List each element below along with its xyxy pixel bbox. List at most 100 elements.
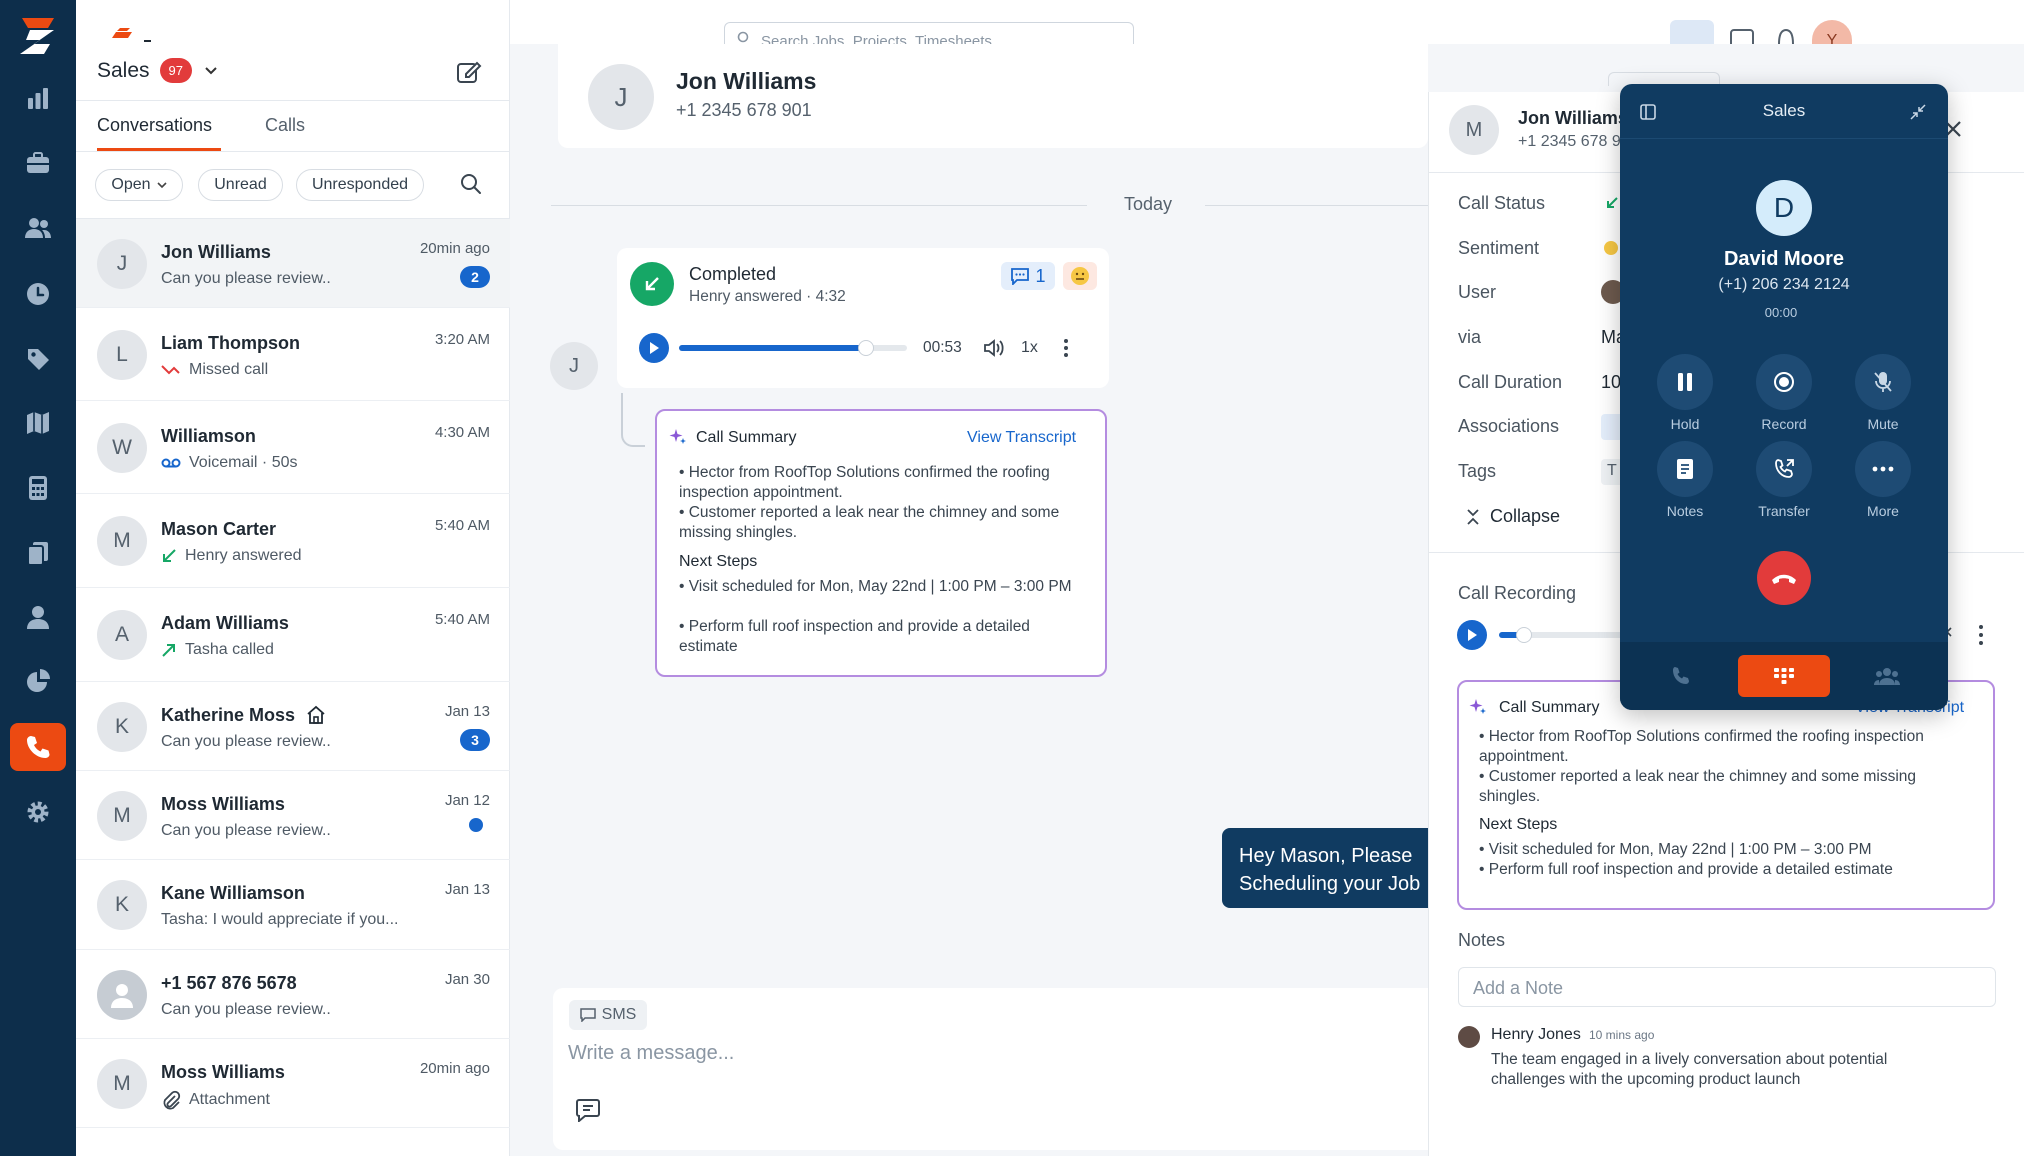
bell-icon[interactable] [1776, 26, 1796, 44]
unread-badge: 2 [460, 265, 490, 288]
compose-icon[interactable] [456, 60, 482, 84]
more-label: More [1867, 503, 1899, 519]
call-timer: 00:00 [1764, 305, 1798, 320]
audio-progress[interactable] [679, 340, 907, 356]
volume-icon[interactable] [983, 338, 1005, 358]
more-button[interactable] [1855, 441, 1911, 497]
map-nav[interactable] [10, 399, 66, 447]
conversation-item[interactable]: K Katherine Moss Can you please review.. Ja… [76, 682, 510, 771]
keypad-icon [1773, 667, 1795, 685]
message-input[interactable]: Write a message... [568, 1042, 1408, 1065]
details-contact-name: Jon Williams [1518, 108, 1628, 128]
inbox-title: Sales [97, 58, 150, 82]
divider-line [1205, 205, 1428, 206]
collapse-button[interactable]: Collapse [1466, 506, 1560, 527]
team-nav[interactable] [10, 593, 66, 641]
estimates-nav[interactable] [10, 464, 66, 512]
conversation-item[interactable]: M Moss Williams Can you please review.. Jan… [76, 771, 510, 860]
unknown-user-icon [97, 969, 147, 1020]
note-input[interactable]: Add a Note [1458, 967, 1996, 1007]
timestamp: 4:30 AM [434, 423, 490, 441]
end-call-button[interactable] [1757, 551, 1811, 605]
unread-dot [469, 817, 483, 832]
chevron-down-icon [156, 181, 167, 189]
note-author-avatar [1458, 1026, 1480, 1048]
next-steps-title: Next Steps [1479, 816, 1558, 833]
phone-icon[interactable] [1670, 666, 1692, 688]
next-step: • Visit scheduled for Mon, May 22nd | 1:… [679, 578, 1072, 595]
tab-calls[interactable]: Calls [265, 115, 305, 136]
contact-name: Kane Williamson [161, 883, 305, 903]
filter-open[interactable]: Open [95, 169, 183, 201]
minimize-icon[interactable] [1910, 104, 1926, 120]
record-button[interactable] [1756, 354, 1812, 410]
play-button[interactable] [639, 333, 669, 363]
calls-nav[interactable] [10, 723, 66, 771]
conversation-item[interactable]: A Adam Williams Tasha called 5:40 AM [76, 588, 510, 682]
timesheets-nav[interactable] [10, 270, 66, 318]
keypad-tab[interactable] [1738, 655, 1830, 697]
conversation-item[interactable]: J Jon Williams Can you please review.. 20mi… [76, 219, 510, 308]
audio-scrubber[interactable] [857, 340, 874, 356]
conversation-item[interactable]: M Moss Williams Attachment 20min ago [76, 1039, 510, 1128]
phone-icon [25, 734, 51, 760]
tab-conversations[interactable]: Conversations [97, 115, 212, 136]
search-icon[interactable] [459, 172, 483, 196]
app-logo[interactable] [16, 14, 60, 58]
call-detail: Henry answered · 4:32 [689, 288, 846, 305]
transfer-call-icon [1773, 458, 1795, 480]
more-vertical-icon[interactable] [1978, 624, 1984, 646]
note-icon [1676, 458, 1694, 480]
timestamp: Jan 13 [444, 702, 490, 720]
team-icon[interactable] [1874, 666, 1900, 686]
notes-button[interactable] [1657, 441, 1713, 497]
conversation-item[interactable]: +1 567 876 5678 Can you please review.. Ja… [76, 950, 510, 1039]
reports-nav[interactable] [10, 657, 66, 705]
brand-mini-icon [110, 22, 152, 44]
global-search[interactable]: Search Jobs, Projects, Timesheets [724, 22, 1134, 46]
user-avatar[interactable]: Y [1812, 20, 1852, 44]
message-icon[interactable] [1730, 28, 1754, 44]
more-vertical-icon[interactable] [1063, 337, 1069, 359]
mute-button[interactable] [1855, 354, 1911, 410]
settings-nav[interactable] [10, 788, 66, 836]
documents-nav[interactable] [10, 529, 66, 577]
view-transcript-link[interactable]: View Transcript [967, 429, 1076, 447]
conversation-item[interactable]: L Liam Thompson Missed call 3:20 AM [76, 308, 510, 401]
summary-title: Call Summary [696, 429, 797, 446]
playback-speed[interactable]: 1x [1021, 339, 1038, 357]
dialer-widget: Sales D David Moore (+1) 206 234 2124 00… [1620, 84, 1948, 710]
conversation-item[interactable]: W Williamson Voicemail · 50s 4:30 AM [76, 401, 510, 494]
unread-badge: 3 [460, 728, 490, 751]
transfer-button[interactable] [1756, 441, 1812, 497]
inbox-selector[interactable]: Sales 97 [97, 58, 218, 83]
analytics-nav[interactable] [10, 74, 66, 122]
voicemail-icon [161, 457, 181, 469]
channel-selector[interactable]: SMS [569, 1000, 647, 1030]
sentiment-label: Sentiment [1458, 238, 1540, 258]
pricing-nav[interactable] [10, 335, 66, 383]
conversation-item[interactable]: M Mason Carter Henry answered 5:40 AM [76, 494, 510, 588]
contacts-nav[interactable] [10, 204, 66, 252]
sentiment-button[interactable] [1063, 262, 1097, 290]
recording-scrubber[interactable] [1516, 627, 1533, 643]
conversation-item[interactable]: K Kane Williamson Tasha: I would appreciat… [76, 860, 510, 950]
contact-name: Liam Thompson [161, 332, 300, 353]
templates-icon[interactable] [575, 1098, 601, 1122]
call-status-label: Call Status [1458, 193, 1546, 213]
sparkle-icon [1469, 698, 1487, 716]
sparkle-icon [669, 428, 687, 446]
filter-unresponded[interactable]: Unresponded [296, 169, 424, 201]
comments-button[interactable]: 1 [1001, 262, 1055, 290]
phone-status-button[interactable] [1670, 20, 1714, 44]
hang-up-icon [1770, 571, 1798, 585]
call-recording-title: Call Recording [1458, 583, 1577, 603]
hold-button[interactable] [1657, 354, 1713, 410]
call-status: Completed [689, 264, 777, 284]
contact-name[interactable]: Jon Williams [676, 68, 816, 95]
preview-text: Tasha called [185, 641, 274, 658]
jobs-nav[interactable] [10, 139, 66, 187]
filter-unread[interactable]: Unread [198, 169, 283, 201]
recording-play-button[interactable] [1457, 620, 1487, 650]
preview-text: Can you please review.. [161, 732, 331, 750]
